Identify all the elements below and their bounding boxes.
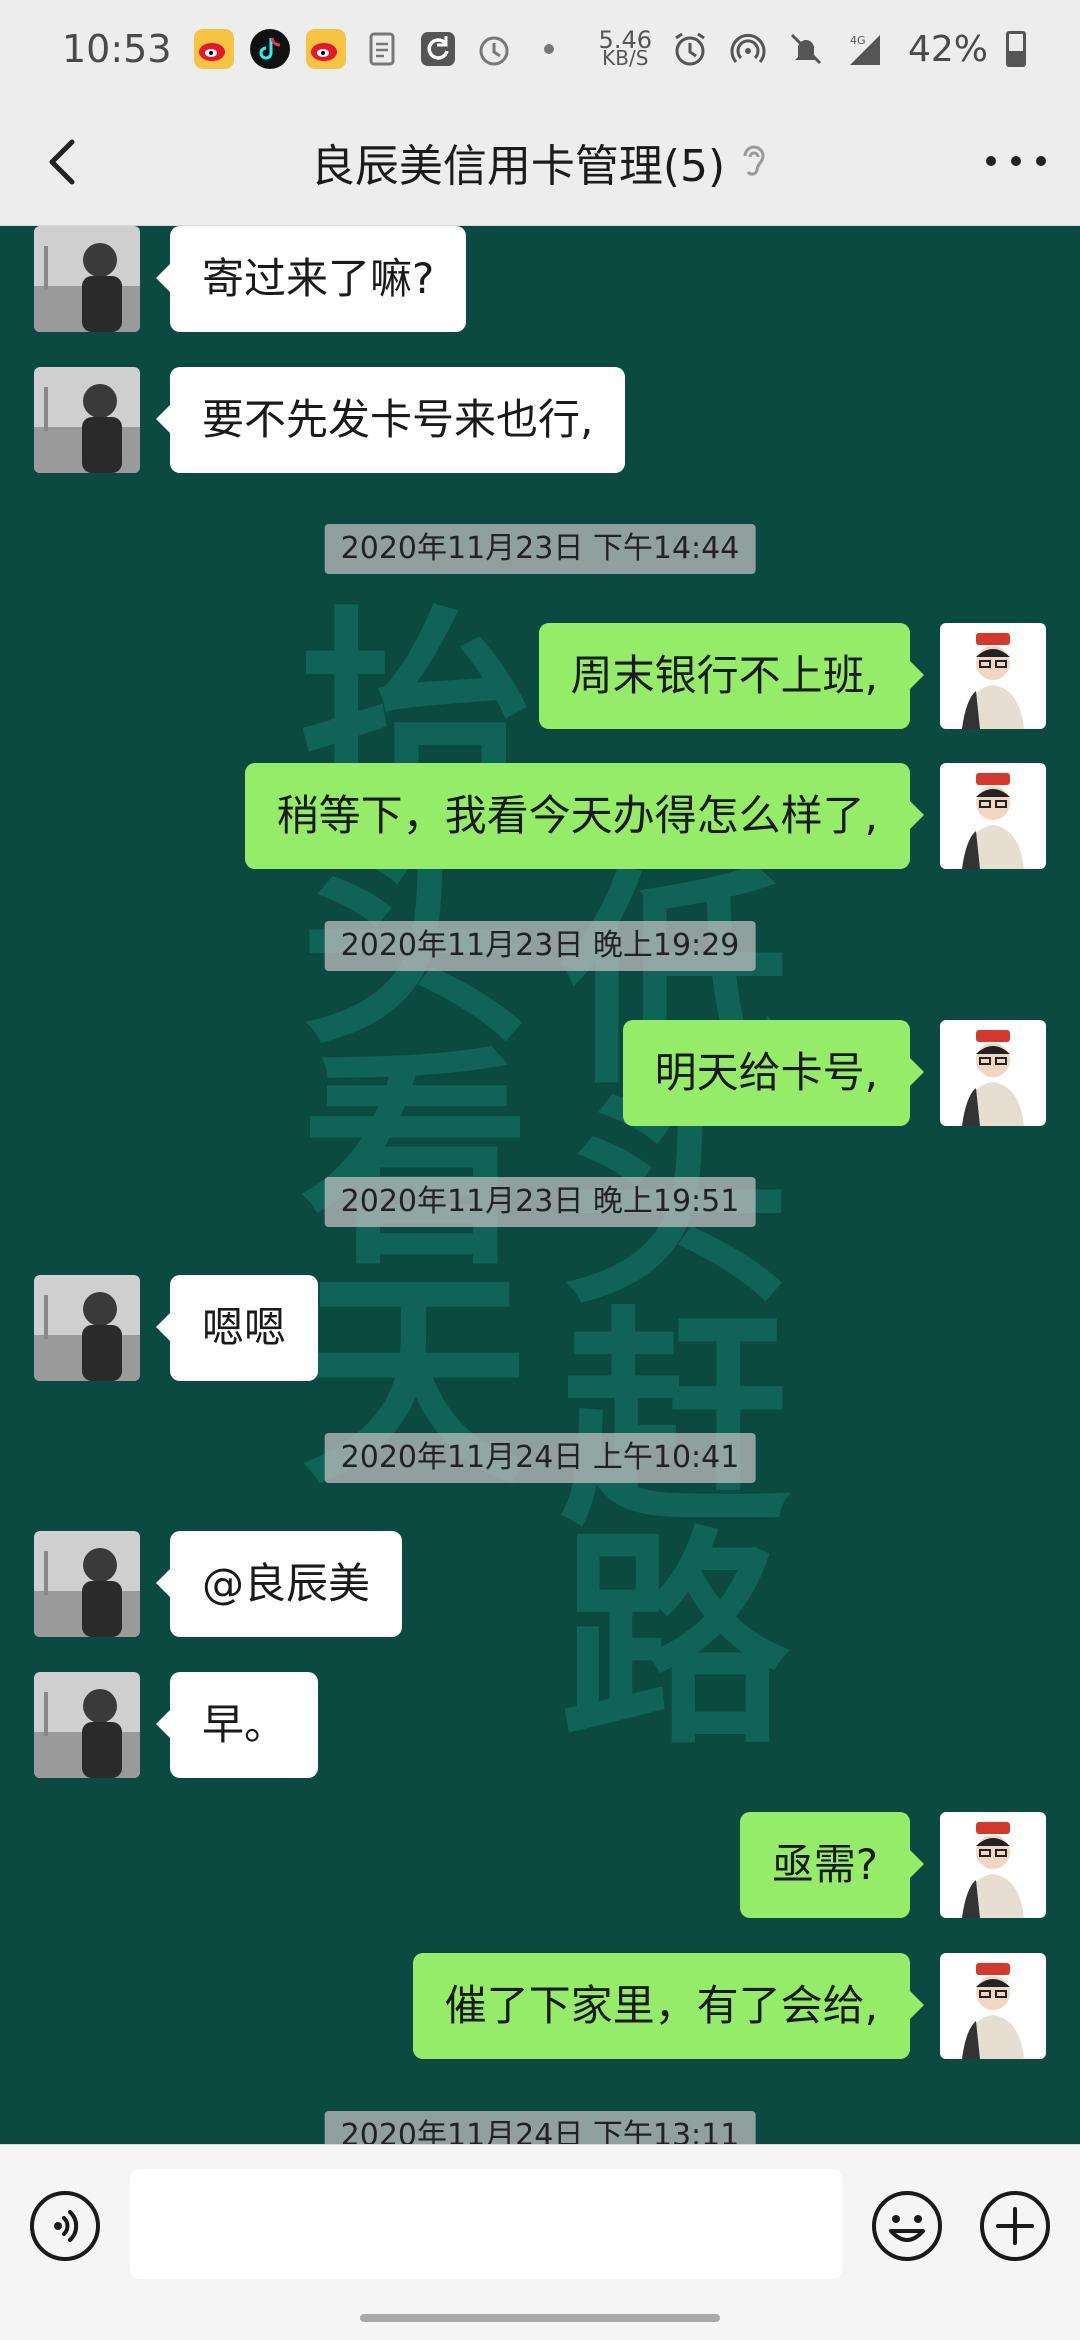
voice-input-icon[interactable] (28, 2189, 102, 2263)
timestamp: 2020年11月23日 晚上19:29 (324, 921, 756, 971)
emoji-icon[interactable] (870, 2189, 944, 2263)
alarm-icon (479, 36, 509, 66)
chat-area[interactable]: 抬 头 看 天 低 头 赶 路 寄过来了嘛? 要不先发卡号来也行, 2020年1… (0, 226, 1080, 2144)
timestamp: 2020年11月24日 上午10:41 (324, 1433, 756, 1483)
chat-title-wrap: 良辰美信用卡管理(5) (311, 130, 769, 194)
avatar-self[interactable] (940, 1953, 1046, 2059)
chat-header: 良辰美信用卡管理(5) (0, 98, 1080, 226)
wallpaper-calligraphy: 路 (560, 1506, 791, 1776)
message-sent: 催了下家里，有了会给, (412, 1953, 1046, 2059)
alarm-icon (675, 32, 705, 66)
chevron-left-icon[interactable] (32, 128, 92, 196)
message-received: 寄过来了嘛? (34, 226, 467, 332)
message-received: @良辰美 (34, 1531, 403, 1637)
timestamp: 2020年11月23日 下午14:44 (324, 524, 756, 574)
more-dots-icon[interactable] (986, 136, 1046, 186)
message-received: 早。 (34, 1672, 319, 1778)
plus-icon[interactable] (978, 2189, 1052, 2263)
weibo-icon (305, 29, 346, 69)
message-sent: 亟需? (739, 1812, 1046, 1918)
message-received: 要不先发卡号来也行, (34, 367, 626, 473)
battery-percent: 42% (907, 28, 988, 70)
hotspot-icon (730, 33, 766, 63)
message-bubble[interactable]: 亟需? (739, 1812, 925, 1918)
message-bubble[interactable]: 要不先发卡号来也行, (155, 367, 626, 473)
avatar-other[interactable] (34, 1275, 140, 1381)
status-bar: 10:53 5.46 KB/S 4G 42% (0, 0, 1080, 98)
message-bubble[interactable]: 嗯嗯 (155, 1275, 319, 1381)
message-bubble[interactable]: 早。 (155, 1672, 319, 1778)
mute-bell-icon (790, 33, 822, 65)
avatar-self[interactable] (940, 1812, 1046, 1918)
message-bubble[interactable]: 寄过来了嘛? (155, 226, 467, 332)
chat-title: 良辰美信用卡管理(5) (310, 140, 726, 192)
avatar-other[interactable] (34, 1531, 140, 1637)
avatar-self[interactable] (940, 1020, 1046, 1126)
message-sent: 稍等下，我看今天办得怎么样了, (244, 763, 1046, 869)
tiktok-icon (249, 29, 290, 69)
signal-icon: 4G (849, 34, 880, 65)
message-bubble[interactable]: @良辰美 (155, 1531, 403, 1637)
message-received: 嗯嗯 (34, 1275, 319, 1381)
timestamp: 2020年11月24日 下午13:11 (324, 2111, 756, 2144)
battery-icon (1006, 31, 1026, 67)
input-bar (0, 2144, 1080, 2340)
status-time: 10:53 (62, 27, 172, 71)
message-input[interactable] (130, 2169, 842, 2279)
avatar-other[interactable] (34, 1672, 140, 1778)
wallpaper-calligraphy: 看 (300, 1026, 531, 1296)
avatar-self[interactable] (940, 623, 1046, 729)
message-sent: 明天给卡号, (622, 1020, 1046, 1126)
home-indicator[interactable] (360, 2314, 720, 2322)
avatar-other[interactable] (34, 367, 140, 473)
message-sent: 周末银行不上班, (538, 623, 1046, 729)
wallpaper-calligraphy: 赶 (560, 1286, 791, 1556)
message-bubble[interactable]: 明天给卡号, (622, 1020, 925, 1126)
avatar-self[interactable] (940, 763, 1046, 869)
message-bubble[interactable]: 催了下家里，有了会给, (412, 1953, 925, 2059)
document-icon (369, 32, 395, 66)
message-bubble[interactable]: 周末银行不上班, (538, 623, 925, 729)
weibo-icon (193, 29, 234, 69)
refresh-app-icon (420, 32, 455, 66)
dot-icon (543, 44, 554, 54)
net-speed: 5.46 KB/S (598, 26, 652, 70)
message-bubble[interactable]: 稍等下，我看今天办得怎么样了, (244, 763, 925, 869)
ear-icon (743, 145, 765, 176)
svg-text:4G: 4G (850, 34, 866, 47)
avatar-other[interactable] (34, 226, 140, 332)
timestamp: 2020年11月23日 晚上19:51 (324, 1177, 756, 1227)
